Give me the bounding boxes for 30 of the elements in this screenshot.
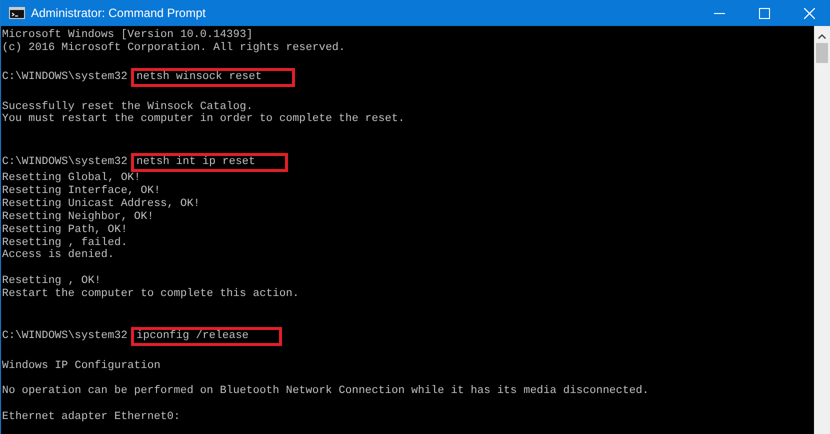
command-text: netsh int ip reset <box>131 152 288 172</box>
output-line: Restart the computer to complete this action. <box>2 288 300 300</box>
scroll-up-icon[interactable] <box>818 34 826 39</box>
output-line: Resetting Path, OK! <box>2 224 128 236</box>
command-text: netsh winsock reset <box>131 68 295 88</box>
output-line: (c) 2016 Microsoft Corporation. All rights reserved. <box>2 42 346 54</box>
output-line: Resetting , OK! <box>2 275 102 288</box>
output-line: Access is denied. <box>2 249 114 262</box>
output-line: Ethernet adapter Ethernet0: <box>2 411 180 424</box>
output-line: Windows IP Configuration <box>2 360 160 372</box>
output-line: Resetting , failed. <box>2 236 128 249</box>
output-line: You must restart the computer in order to complete the reset. <box>2 113 405 126</box>
output-line: Resetting Unicast Address, OK! <box>2 198 200 210</box>
output-line: Resetting Interface, OK! <box>2 185 160 198</box>
window-title: Administrator: Command Prompt <box>31 6 206 20</box>
prompt-path: C:\WINDOWS\system32 <box>2 71 128 84</box>
maximize-icon[interactable] <box>759 8 770 18</box>
console-icon <box>9 7 25 19</box>
minimize-icon[interactable] <box>714 12 725 14</box>
output-line: Microsoft Windows [Version 10.0.14393] <box>2 29 253 41</box>
prompt-path: C:\WINDOWS\system32 <box>2 156 128 169</box>
command-text: ipconfig /release <box>131 327 282 346</box>
scroll-thumb[interactable] <box>816 43 828 63</box>
output-line: Sucessfully reset the Winsock Catalog. <box>2 100 253 113</box>
output-line: No operation can be performed on Bluetooth Network Connection while it has its media disconnected. <box>2 385 649 398</box>
prompt-path: C:\WINDOWS\system32 <box>2 330 128 344</box>
close-icon[interactable] <box>804 8 815 18</box>
output-line: Resetting Neighbor, OK! <box>2 210 154 223</box>
output-line: Resetting Global, OK! <box>2 172 141 184</box>
scrollbar[interactable] <box>814 26 830 434</box>
